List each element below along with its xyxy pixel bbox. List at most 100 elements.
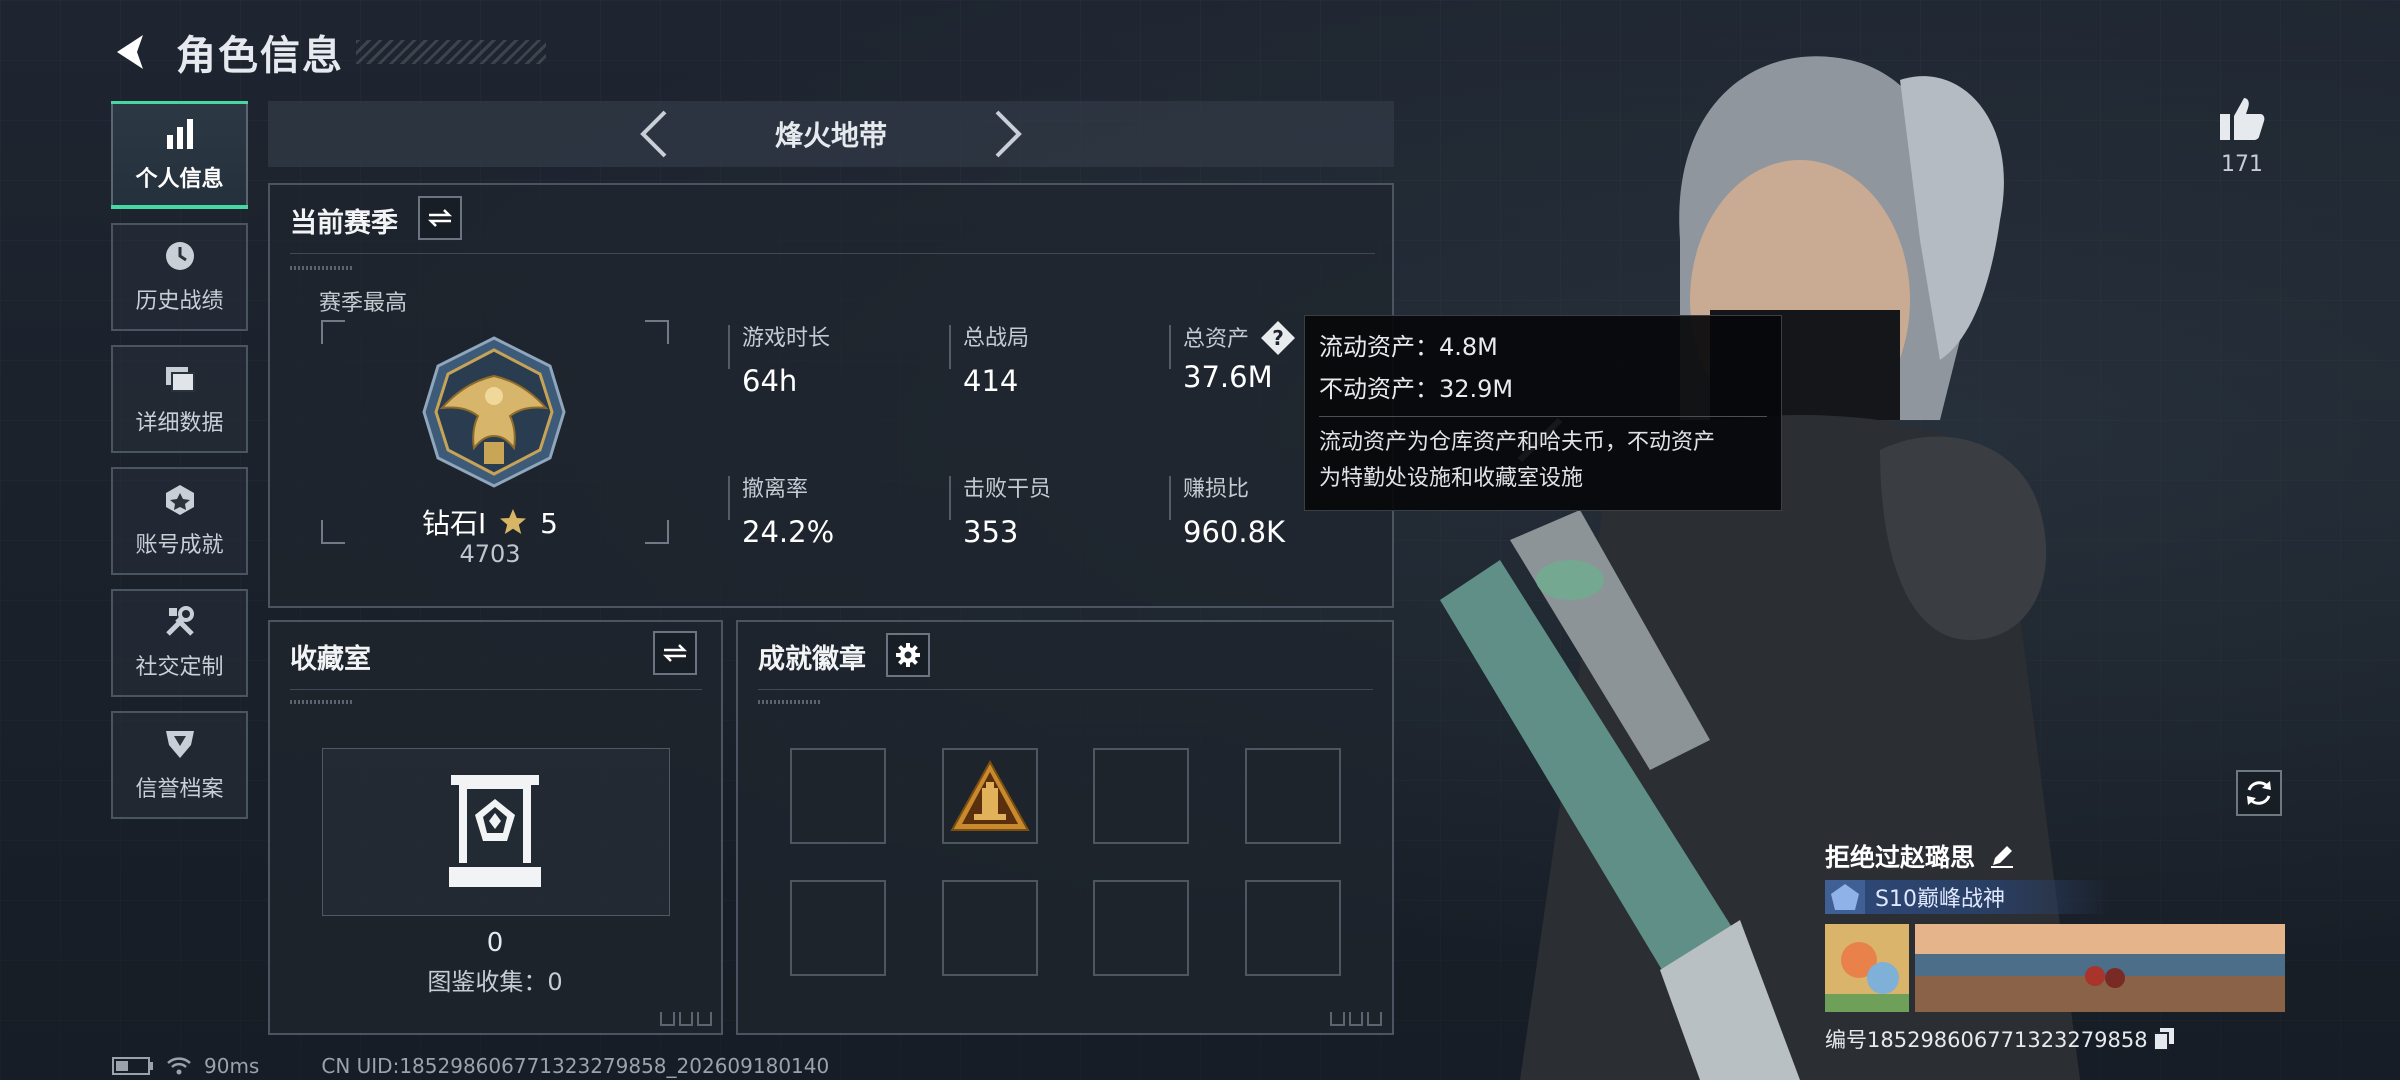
stat-value: 414 xyxy=(963,364,1019,398)
sidebar-item-social[interactable]: 社交定制 xyxy=(111,589,248,697)
swap-icon xyxy=(427,209,453,227)
sidebar-item-label: 历史战绩 xyxy=(135,289,224,314)
player-title-text: S10巅峰战神 xyxy=(1875,887,2005,912)
thumbs-up-icon[interactable] xyxy=(2218,96,2266,142)
back-arrow-icon xyxy=(117,35,143,69)
divider xyxy=(290,253,1375,254)
divider xyxy=(758,689,1373,690)
stat-value: 353 xyxy=(963,515,1019,549)
rank-emblem xyxy=(422,336,566,488)
tooltip-fixed-assets: 不动资产：32.9M xyxy=(1319,375,1514,403)
stat-label: 击败干员 xyxy=(963,477,1052,502)
stat-label: 撤离率 xyxy=(742,477,809,502)
sidebar-item-personal-info[interactable]: 个人信息 xyxy=(111,101,248,209)
stat-separator xyxy=(1169,325,1171,369)
mode-prev-button[interactable] xyxy=(627,107,681,161)
panel-decoration xyxy=(290,700,354,704)
badge-slot[interactable] xyxy=(942,748,1038,844)
stat-separator xyxy=(1169,476,1171,520)
stat-label: 游戏时长 xyxy=(742,326,831,351)
badges-panel-title: 成就徽章 xyxy=(758,644,866,675)
achievement-icon xyxy=(165,485,194,515)
player-title-badge: S10巅峰战神 xyxy=(1825,880,2110,914)
tools-icon xyxy=(165,606,194,636)
badge-slot[interactable] xyxy=(1093,748,1189,844)
collection-switch-button[interactable] xyxy=(653,631,697,675)
stat-value: 24.2% xyxy=(742,515,835,549)
swap-icon xyxy=(662,644,688,662)
stat-label: 总战局 xyxy=(963,326,1030,351)
panel-corner-marks xyxy=(660,1012,713,1026)
season-best-label: 赛季最高 xyxy=(319,291,408,316)
collection-count: 0 xyxy=(486,928,504,958)
avatar[interactable] xyxy=(1825,924,1909,1012)
refresh-icon xyxy=(2247,781,2271,805)
sidebar-item-reputation[interactable]: 信誉档案 xyxy=(111,711,248,819)
panel-decoration xyxy=(290,266,354,270)
badge-slot[interactable] xyxy=(1245,748,1341,844)
sidebar-item-detailed-data[interactable]: 详细数据 xyxy=(111,345,248,453)
badge-slot[interactable] xyxy=(1093,880,1189,976)
star-icon xyxy=(500,509,527,534)
rank-score: 4703 xyxy=(459,540,521,568)
badges-settings-button[interactable] xyxy=(886,633,930,677)
sidebar-item-label: 个人信息 xyxy=(135,167,224,192)
ping-value: 90ms xyxy=(204,1054,260,1078)
collection-panel-title: 收藏室 xyxy=(290,644,371,675)
pyramid-badge-icon xyxy=(950,759,1030,831)
card-background-image[interactable] xyxy=(1915,924,2285,1012)
player-card: 拒绝过赵璐思 S10巅峰战神 编号1852986067713232798 xyxy=(1825,838,2285,1054)
like-widget: 171 xyxy=(2200,96,2284,177)
sidebar-item-label: 社交定制 xyxy=(135,655,224,680)
badge-slot[interactable] xyxy=(942,880,1038,976)
stat-separator xyxy=(728,325,730,369)
badge-slot[interactable] xyxy=(1245,880,1341,976)
stat-value: 960.8K xyxy=(1183,515,1286,549)
badge-slot[interactable] xyxy=(790,748,886,844)
panel-decoration xyxy=(758,700,822,704)
divider xyxy=(290,689,702,690)
season-switch-button[interactable] xyxy=(418,196,462,240)
sidebar-item-label: 信誉档案 xyxy=(135,777,224,802)
status-footer: 90ms CN UID:1852986067713232798​58_20260… xyxy=(112,1054,829,1078)
page-header: 角色信息 xyxy=(110,22,546,82)
copy-icon[interactable] xyxy=(2153,1028,2174,1050)
bar-chart-icon xyxy=(166,119,193,149)
player-card-images xyxy=(1825,924,2285,1012)
tooltip-desc-line-1: 流动资产为仓库资产和哈夫币，不动资产 xyxy=(1319,430,1716,455)
refresh-button[interactable] xyxy=(2236,770,2282,816)
stat-separator xyxy=(949,476,951,520)
folder-icon xyxy=(165,367,195,392)
edit-icon[interactable] xyxy=(1989,843,2015,869)
tooltip-liquid-assets: 流动资产：4.8M xyxy=(1319,333,1498,361)
wifi-icon xyxy=(167,1057,191,1075)
svg-text:?: ? xyxy=(1272,326,1284,350)
badge-slot[interactable] xyxy=(790,880,886,976)
mode-name: 烽火地带 xyxy=(774,119,887,152)
title-decoration xyxy=(356,40,546,64)
sidebar-item-history[interactable]: 历史战绩 xyxy=(111,223,248,331)
mode-next-button[interactable] xyxy=(981,107,1035,161)
season-panel-title: 当前赛季 xyxy=(290,208,398,239)
stat-separator xyxy=(728,476,730,520)
stat-total-matches: 总战局 414 xyxy=(963,320,1163,398)
stat-play-time: 游戏时长 64h xyxy=(742,320,942,398)
chevron-right-icon xyxy=(995,110,1022,158)
battery-icon xyxy=(112,1057,153,1075)
stat-value: 64h xyxy=(742,364,798,398)
player-name-row: 拒绝过赵璐思 xyxy=(1825,838,2285,874)
stat-extract-rate: 撤离率 24.2% xyxy=(742,471,942,549)
collection-vault-icon xyxy=(449,775,541,887)
sidebar-item-achievements[interactable]: 账号成就 xyxy=(111,467,248,575)
help-icon[interactable]: ? xyxy=(1260,320,1296,356)
chevron-left-icon xyxy=(640,110,667,158)
panel-corner-marks xyxy=(1330,1012,1383,1026)
sidebar: 个人信息 历史战绩 详细数据 账号成就 社交定制 信誉档案 xyxy=(111,101,248,833)
gear-icon xyxy=(896,643,920,667)
tooltip-desc-line-2: 为特勤处设施和收藏室设施 xyxy=(1319,466,1584,491)
player-name: 拒绝过赵璐思 xyxy=(1825,843,1976,872)
back-button[interactable] xyxy=(110,29,156,75)
clock-icon xyxy=(165,242,194,270)
page-title: 角色信息 xyxy=(176,33,344,79)
stat-separator xyxy=(949,325,951,369)
